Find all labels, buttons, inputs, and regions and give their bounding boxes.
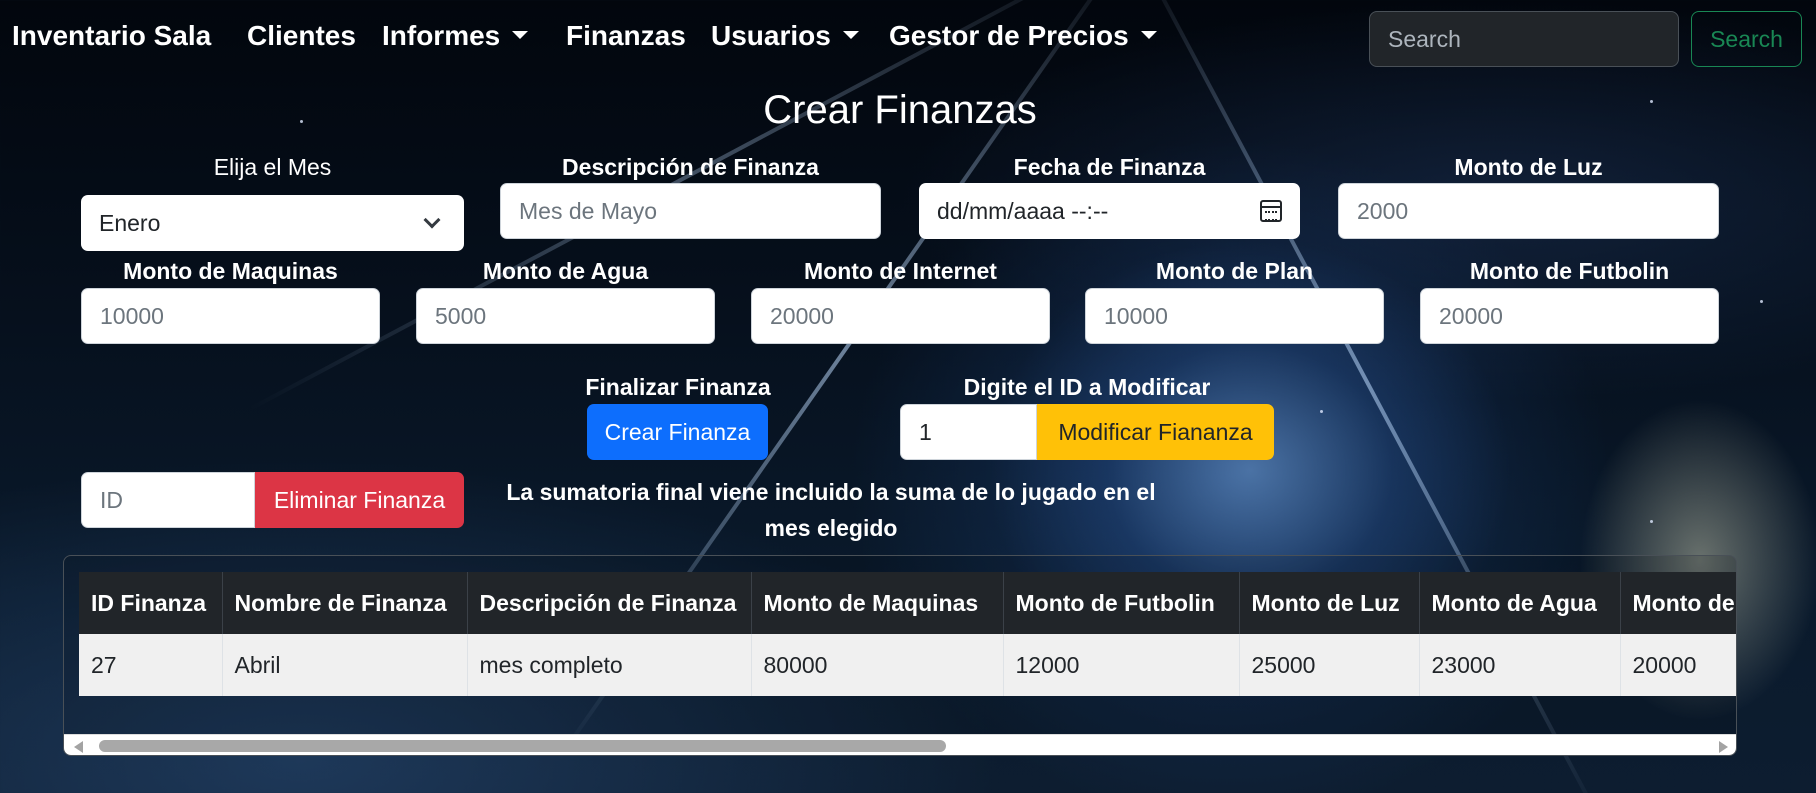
eliminar-finanza-button[interactable]: Eliminar Finanza [255,472,464,528]
header-monto-truncated: Monto de [1620,572,1736,634]
luz-input[interactable] [1338,183,1719,239]
nav-item-usuarios[interactable]: Usuarios [711,20,859,52]
maquinas-label: Monto de Maquinas [123,258,338,284]
chevron-down-icon [512,31,529,39]
sumatoria-note: La sumatoria final viene incluido la sum… [506,479,1156,541]
descripcion-input[interactable] [500,183,881,239]
search-button[interactable]: Search [1691,11,1802,67]
cell-agua: 23000 [1419,634,1621,696]
header-monto-agua: Monto de Agua [1419,572,1621,634]
chevron-down-icon [1140,31,1157,39]
nav-brand[interactable]: Inventario Sala [12,20,211,52]
internet-input[interactable] [751,288,1050,344]
plan-label: Monto de Plan [1155,258,1314,284]
table-header-row: ID Finanza Nombre de Finanza Descripción… [79,572,1736,634]
cell-nombre: Abril [222,634,468,696]
scroll-right-icon[interactable] [1719,741,1728,753]
header-descripcion-finanza: Descripción de Finanza [467,572,752,634]
navbar: Inventario Sala Clientes Informes Finanz… [0,0,1816,80]
modificar-finanza-button[interactable]: Modificar Fiananza [1037,404,1274,460]
cell-descripcion: mes completo [467,634,752,696]
header-nombre-finanza: Nombre de Finanza [222,572,468,634]
agua-label: Monto de Agua [482,258,649,284]
mes-label: Elija el Mes [213,154,332,180]
finanzas-table: ID Finanza Nombre de Finanza Descripción… [79,572,1736,696]
maquinas-input[interactable] [81,288,380,344]
scrollbar-thumb[interactable] [99,740,946,752]
chevron-down-icon [842,31,859,39]
horizontal-scrollbar[interactable] [64,734,1736,755]
cell-futbolin: 12000 [1003,634,1240,696]
eliminar-id-input[interactable] [81,472,255,528]
table-row: 27 Abril mes completo 80000 12000 25000 … [79,634,1736,696]
cell-id: 27 [79,634,223,696]
nav-item-informes-label: Informes [382,20,501,51]
finanzas-table-container: ID Finanza Nombre de Finanza Descripción… [63,555,1737,756]
finalizar-label: Finalizar Finanza [585,374,771,400]
fecha-placeholder: dd/mm/aaaa --:-- [937,197,1109,224]
fecha-input[interactable]: dd/mm/aaaa --:-- [919,183,1300,239]
cell-monto-truncated: 20000 [1620,634,1736,696]
crear-finanza-button[interactable]: Crear Finanza [587,404,768,460]
agua-input[interactable] [416,288,715,344]
mes-select-value: Enero [99,209,161,236]
cell-luz: 25000 [1239,634,1420,696]
plan-input[interactable] [1085,288,1384,344]
header-monto-futbolin: Monto de Futbolin [1003,572,1240,634]
modificar-id-input[interactable] [900,404,1037,460]
nav-item-gestor-precios-label: Gestor de Precios [889,20,1129,51]
nav-item-informes[interactable]: Informes [382,20,529,52]
futbolin-label: Monto de Futbolin [1469,258,1670,284]
page-title: Crear Finanzas [763,88,1037,132]
header-monto-maquinas: Monto de Maquinas [751,572,1004,634]
scroll-left-icon[interactable] [74,741,83,753]
luz-label: Monto de Luz [1454,154,1603,180]
fecha-label: Fecha de Finanza [1013,154,1206,180]
table-viewport: ID Finanza Nombre de Finanza Descripción… [79,572,1736,696]
nav-item-usuarios-label: Usuarios [711,20,831,51]
header-id-finanza: ID Finanza [79,572,223,634]
modificar-label: Digite el ID a Modificar [963,374,1211,400]
search-input[interactable] [1369,11,1679,67]
internet-label: Monto de Internet [804,258,997,284]
header-monto-luz: Monto de Luz [1239,572,1420,634]
futbolin-input[interactable] [1420,288,1719,344]
calendar-icon[interactable] [1260,200,1282,222]
mes-select[interactable]: Enero [81,195,464,251]
nav-item-finanzas[interactable]: Finanzas [566,20,686,52]
chevron-down-icon [423,211,441,229]
cell-maquinas: 80000 [751,634,1004,696]
nav-item-clientes[interactable]: Clientes [247,20,356,52]
nav-item-gestor-precios[interactable]: Gestor de Precios [889,20,1157,52]
descripcion-label: Descripción de Finanza [562,154,819,180]
